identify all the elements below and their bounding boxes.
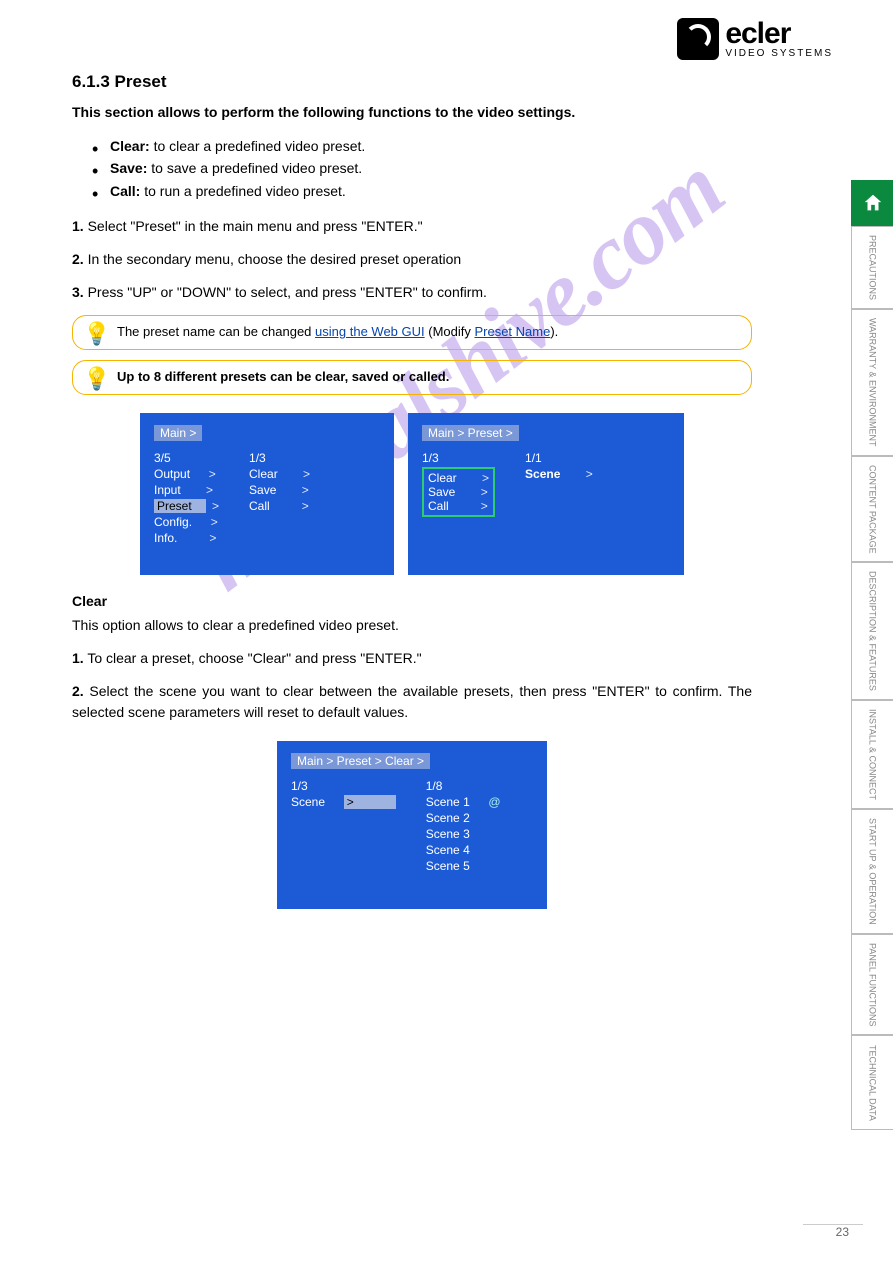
screenshot-clear: Main > Preset > Clear > 1/3 Scene > 1/8 … [72, 741, 752, 909]
osd-index: 3/5 [154, 451, 219, 465]
screenshot-row: Main > 3/5 Output > Input > Preset> Conf… [72, 413, 752, 575]
osd-row: Call > [249, 499, 310, 513]
nav-content-package[interactable]: CONTENT PACKAGE [851, 456, 893, 563]
clear-step-1: 1. To clear a preset, choose "Clear" and… [72, 648, 752, 669]
side-nav: PRECAUTIONS WARRANTY & ENVIRONMENT CONTE… [851, 180, 893, 1130]
brand-logo: ecler VIDEO SYSTEMS [677, 18, 833, 60]
osd-breadcrumb: Main > [154, 425, 202, 441]
osd-clear-menu: Main > Preset > Clear > 1/3 Scene > 1/8 … [277, 741, 547, 909]
tip-callout-1: 💡 The preset name can be changed using t… [72, 315, 752, 350]
intro-text: This section allows to perform the follo… [72, 104, 575, 120]
footer-rule [803, 1224, 863, 1225]
osd-row: Output > [154, 467, 219, 481]
osd-preset-menu: Main > Preset > 1/3 Clear > Save > Call … [408, 413, 684, 575]
osd-row: Scene 5 [426, 859, 501, 873]
intro-paragraph: This section allows to perform the follo… [72, 102, 752, 123]
osd-row: Clear > [249, 467, 310, 481]
logo-brand: ecler [725, 19, 833, 49]
logo-mark-icon [677, 18, 719, 60]
osd-row: Clear > [428, 471, 489, 485]
page-title: 6.1.3 Preset [72, 72, 752, 92]
nav-precautions[interactable]: PRECAUTIONS [851, 226, 893, 309]
osd-highlight-box: Clear > Save > Call > [422, 467, 495, 517]
page-number: 23 [836, 1225, 849, 1239]
link-preset-name[interactable]: Preset Name [474, 324, 550, 339]
osd-row: Config. > [154, 515, 219, 529]
osd-row: Scene > [291, 795, 396, 809]
osd-index: 1/3 [422, 451, 495, 465]
clear-step-2: 2. Select the scene you want to clear be… [72, 681, 752, 723]
osd-row: Save > [249, 483, 310, 497]
osd-row: Info. > [154, 531, 219, 545]
osd-row: Input > [154, 483, 219, 497]
callout2-text: Up to 8 different presets can be clear, … [117, 369, 449, 384]
clear-intro: This option allows to clear a predefined… [72, 615, 752, 636]
nav-warranty[interactable]: WARRANTY & ENVIRONMENT [851, 309, 893, 456]
osd-row: Scene 2 [426, 811, 501, 825]
nav-panel[interactable]: PANEL FUNCTIONS [851, 934, 893, 1036]
logo-subtitle: VIDEO SYSTEMS [725, 49, 833, 59]
osd-breadcrumb: Main > Preset > Clear > [291, 753, 430, 769]
list-item: Call: to run a predefined video preset. [92, 180, 752, 202]
osd-row: Call > [428, 499, 489, 513]
osd-row: Scene > [525, 467, 593, 481]
lightbulb-icon: 💡 [83, 365, 110, 394]
osd-row: Scene 1 @ [426, 795, 501, 809]
tip-callout-2: 💡 Up to 8 different presets can be clear… [72, 360, 752, 395]
link-web-gui[interactable]: using the Web GUI [315, 324, 425, 339]
osd-index: 1/8 [426, 779, 501, 793]
step-3: 3. Press "UP" or "DOWN" to select, and p… [72, 282, 752, 303]
home-icon [862, 192, 884, 214]
osd-index: 1/3 [249, 451, 310, 465]
clear-heading: Clear [72, 593, 752, 609]
list-item: Save: to save a predefined video preset. [92, 157, 752, 179]
nav-home[interactable] [851, 180, 893, 226]
osd-index: 1/3 [291, 779, 396, 793]
step-2: 2. In the secondary menu, choose the des… [72, 249, 752, 270]
osd-row: Save > [428, 485, 489, 499]
osd-row-selected: Preset> [154, 499, 219, 513]
feature-list: Clear: to clear a predefined video prese… [92, 135, 752, 202]
osd-row: Scene 3 [426, 827, 501, 841]
lightbulb-icon: 💡 [83, 320, 110, 349]
list-item: Clear: to clear a predefined video prese… [92, 135, 752, 157]
osd-index: 1/1 [525, 451, 593, 465]
osd-row: Scene 4 [426, 843, 501, 857]
nav-description[interactable]: DESCRIPTION & FEATURES [851, 562, 893, 700]
nav-startup[interactable]: START UP & OPERATION [851, 809, 893, 934]
step-1: 1. Select "Preset" in the main menu and … [72, 216, 752, 237]
nav-techdata[interactable]: TECHNICAL DATA [851, 1035, 893, 1130]
osd-main-menu: Main > 3/5 Output > Input > Preset> Conf… [140, 413, 394, 575]
osd-breadcrumb: Main > Preset > [422, 425, 519, 441]
nav-install[interactable]: INSTALL & CONNECT [851, 700, 893, 809]
